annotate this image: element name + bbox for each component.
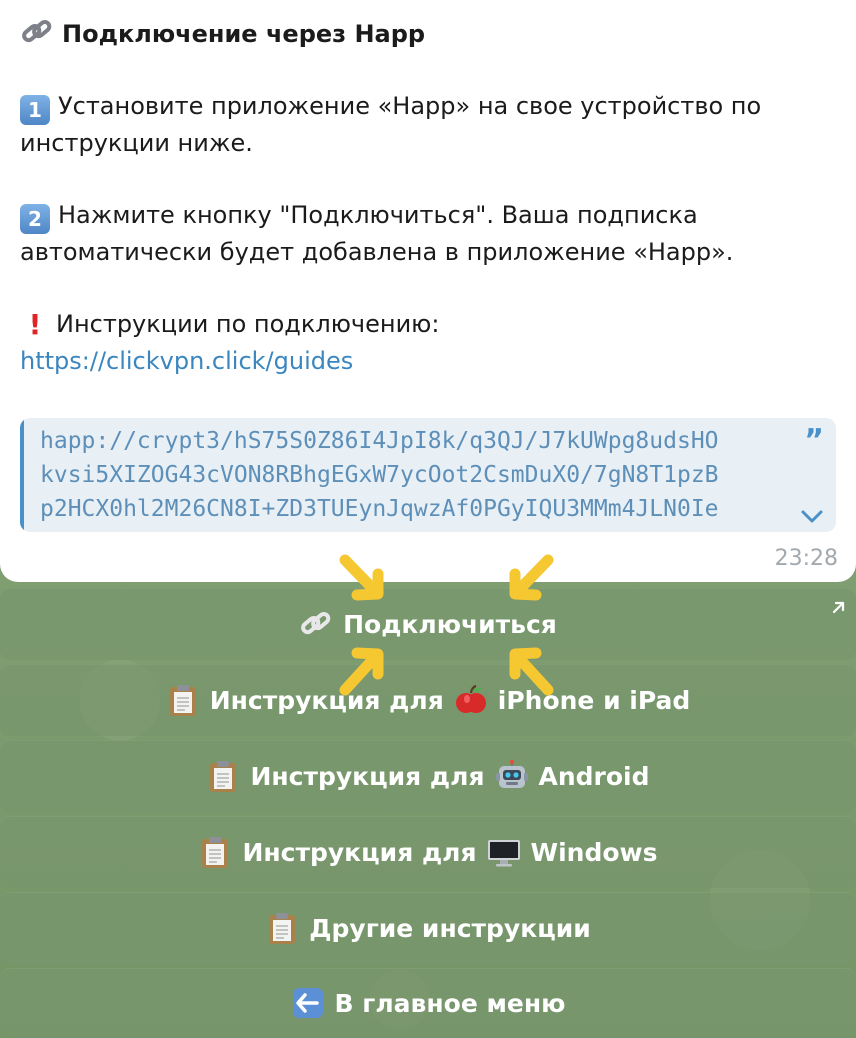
- link-icon: [22, 19, 52, 43]
- chevron-down-icon[interactable]: [800, 506, 824, 526]
- step2-line1: 2 Нажмите кнопку "Подключиться". Ваша под…: [20, 197, 820, 234]
- ios-instruction-button[interactable]: Инструкция для iPhone и iPad: [0, 664, 856, 736]
- connect-button[interactable]: Подключиться: [0, 588, 856, 660]
- guides-link[interactable]: https://clickvpn.click/guides: [20, 347, 353, 375]
- keycap-1-icon: 1: [20, 95, 50, 125]
- subscription-quote[interactable]: happ://crypt3/hS75S0Z86I4JpI8k/q3QJ/J7kU…: [20, 418, 836, 532]
- ios-label-suffix: iPhone и iPad: [497, 685, 691, 715]
- windows-label-suffix: Windows: [530, 837, 658, 867]
- android-label-prefix: Инструкция для: [250, 761, 485, 791]
- android-label-suffix: Android: [538, 761, 650, 791]
- keycap-2-icon: 2: [20, 204, 50, 234]
- windows-instruction-button[interactable]: Инструкция для Windows: [0, 816, 856, 888]
- windows-label-prefix: Инструкция для: [242, 837, 477, 867]
- clipboard-icon: [202, 837, 229, 868]
- main-menu-label: В главное меню: [334, 988, 566, 1018]
- step1-line2: инструкции ниже.: [20, 129, 253, 157]
- ios-label-prefix: Инструкция для: [209, 685, 444, 715]
- other-instructions-button[interactable]: Другие инструкции: [0, 892, 856, 964]
- quote-line: kvsi5XIZOG43cVON8RBhgEGxW7ycOot2CsmDuX0/…: [40, 462, 719, 488]
- step1-line1: 1 Установите приложение «Happ» на свое ус…: [20, 88, 820, 125]
- link-icon: [301, 611, 331, 635]
- other-instructions-label: Другие инструкции: [309, 913, 591, 943]
- robot-icon: [495, 759, 528, 788]
- left-arrow-icon: [292, 988, 323, 1018]
- message-title-line: Подключение через Happ: [20, 16, 820, 52]
- quote-icon: ”: [804, 423, 824, 458]
- clipboard-icon: [269, 913, 296, 944]
- message-title: Подключение через Happ: [62, 20, 426, 48]
- message-bubble: Подключение через Happ 1 Установите прило…: [0, 0, 856, 582]
- connect-label: Подключиться: [343, 609, 557, 639]
- step2-line2: автоматически будет добавлена в приложен…: [20, 238, 734, 266]
- main-menu-button[interactable]: В главное меню: [0, 968, 856, 1038]
- message-time: 23:28: [774, 546, 838, 571]
- android-instruction-button[interactable]: Инструкция для Android: [0, 740, 856, 812]
- apple-icon: [455, 684, 486, 713]
- clipboard-icon: [210, 761, 237, 792]
- quote-line: p2HCX0hl2M26CN8I+ZD3TUEynJqwzAf0PGyIQU3M…: [40, 496, 719, 522]
- quote-line: happ://crypt3/hS75S0Z86I4JpI8k/q3QJ/J7kU…: [40, 428, 719, 454]
- clipboard-icon: [169, 685, 196, 716]
- monitor-icon: [487, 840, 520, 867]
- exclamation-icon: !: [28, 308, 42, 341]
- open-corner-arrow-icon: [832, 601, 845, 614]
- guides-line: ! Инструкции по подключению:: [20, 306, 820, 343]
